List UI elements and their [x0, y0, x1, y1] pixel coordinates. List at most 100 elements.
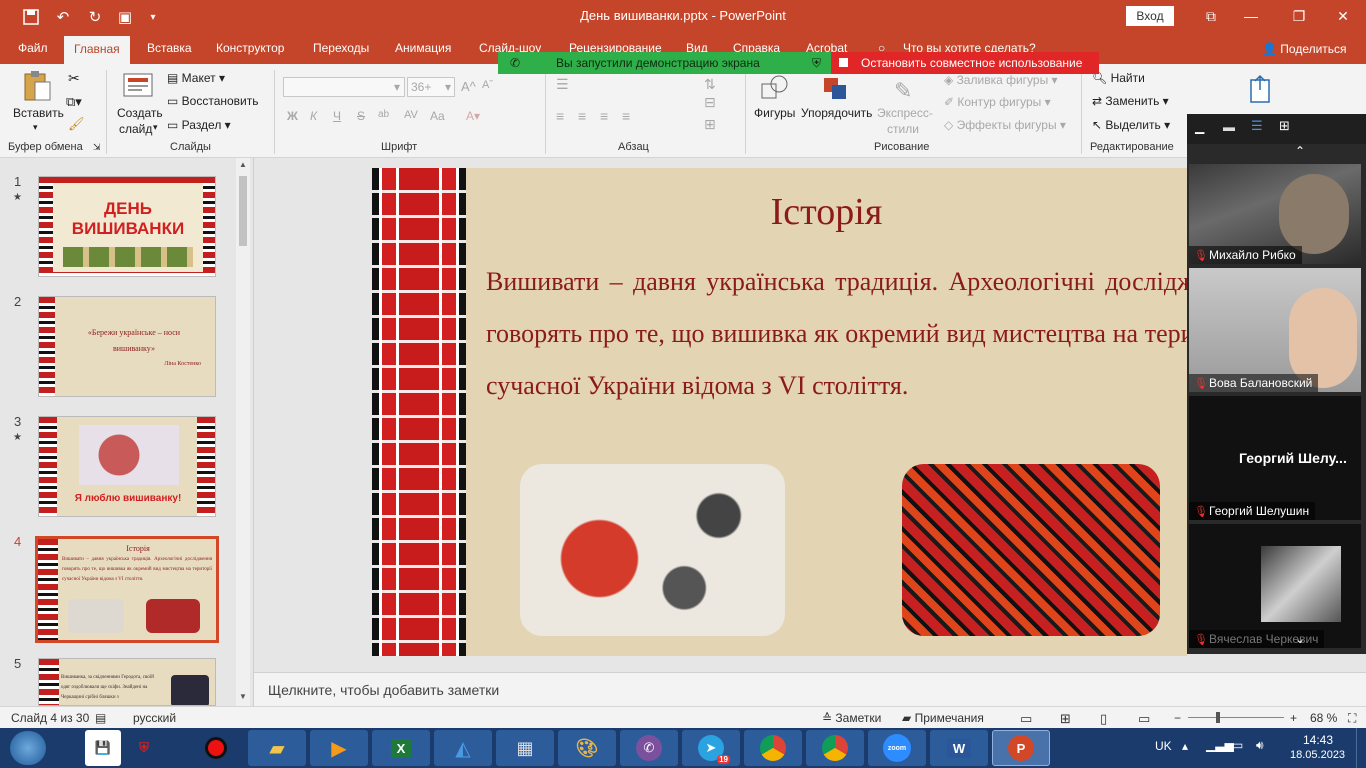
fit-to-window-icon[interactable]: ⛶	[1348, 711, 1356, 726]
italic-button[interactable]: К	[310, 109, 317, 123]
slide-canvas[interactable]: Історія Вишивати – давня українська трад…	[372, 168, 1187, 656]
slide-thumbnail-5[interactable]: Вишиванка, за свідченнями Геродота, свої…	[38, 658, 216, 706]
copy-icon[interactable]: ⧉▾	[66, 94, 82, 110]
viber-app-icon[interactable]: ✆	[620, 730, 678, 766]
shape-outline-button[interactable]: ✐ Контур фигуры ▾	[944, 95, 1051, 109]
align-center-icon[interactable]: ≡	[578, 108, 586, 124]
spellcheck-icon[interactable]: ▤	[95, 711, 106, 725]
shield-app-icon[interactable]: ⛨	[124, 730, 164, 766]
cut-icon[interactable]: ✂	[68, 70, 80, 87]
clock-date[interactable]: 18.05.2023	[1290, 749, 1345, 761]
comments-toggle[interactable]: ▰ Примечания	[902, 711, 984, 725]
volume-icon[interactable]: 🔊︎	[1256, 738, 1264, 753]
find-button[interactable]: 🔍︎ Найти	[1092, 71, 1145, 85]
format-painter-icon[interactable]: 🖌	[68, 116, 85, 132]
grow-font-icon[interactable]: A^	[461, 79, 476, 94]
minimize-icon[interactable]: —	[1228, 0, 1274, 32]
shape-effects-button[interactable]: ◇ Эффекты фигуры ▾	[944, 118, 1066, 132]
minimize-icon[interactable]: ▁	[1195, 120, 1204, 134]
arrange-button[interactable]: Упорядочить	[801, 106, 872, 120]
zoom-in-icon[interactable]: +	[1290, 711, 1297, 725]
participant-tile[interactable]: 🎙︎ Вячеслав Черкевич	[1189, 524, 1361, 648]
strikethrough-button[interactable]: S	[357, 109, 365, 123]
align-text-icon[interactable]: ⊟	[704, 94, 716, 111]
shape-fill-button[interactable]: ◈ Заливка фигуры ▾	[944, 73, 1058, 87]
scroll-down-icon[interactable]: ▼	[239, 692, 247, 701]
word-processor-app-icon[interactable]: ◭	[434, 730, 492, 766]
clipboard-launcher-icon[interactable]: ⇲	[93, 142, 101, 153]
align-left-icon[interactable]: ≡	[556, 108, 564, 124]
embroidery-photo-1[interactable]	[520, 464, 785, 636]
shapes-icon[interactable]	[760, 74, 790, 104]
login-button[interactable]: Вход	[1126, 6, 1174, 26]
bold-button[interactable]: Ж	[287, 109, 298, 123]
paste-dropdown-icon[interactable]: ▾	[33, 122, 38, 133]
participant-tile[interactable]: 🎙︎ Михайло Рибко	[1189, 164, 1361, 264]
tab-home[interactable]: Главная	[64, 36, 130, 64]
battery-icon[interactable]: ▭	[1232, 738, 1243, 752]
explorer-app-icon[interactable]: ▰	[248, 730, 306, 766]
media-player-app-icon[interactable]: ▶	[310, 730, 368, 766]
bullets-icon[interactable]: ☰	[556, 76, 569, 93]
tab-insert[interactable]: Вставка	[147, 41, 192, 55]
arrange-icon[interactable]	[820, 74, 850, 104]
floppy-app-icon[interactable]: 💾	[85, 730, 121, 766]
tab-file[interactable]: Файл	[18, 41, 48, 55]
zoom-slider-thumb[interactable]	[1216, 712, 1220, 723]
zoom-out-icon[interactable]: −	[1174, 711, 1181, 725]
speaker-view-icon[interactable]: ☰	[1251, 118, 1263, 134]
char-spacing-button[interactable]: AV	[404, 109, 418, 121]
chrome-app-icon-2[interactable]	[806, 730, 864, 766]
paint-app-icon[interactable]: 🎨︎	[558, 730, 616, 766]
new-slide-button-line2[interactable]: слайд	[119, 122, 152, 136]
slide-sorter-icon[interactable]: ⊞	[1060, 711, 1071, 727]
new-slide-button[interactable]: Создать	[117, 106, 163, 120]
zoom-level[interactable]: 68 %	[1310, 711, 1337, 725]
section-button[interactable]: ▭ Раздел ▾	[167, 118, 231, 132]
chrome-app-icon[interactable]	[744, 730, 802, 766]
clock-time[interactable]: 14:43	[1303, 733, 1333, 747]
normal-view-icon[interactable]: ▭	[1020, 711, 1032, 727]
replace-button[interactable]: ⇄ Заменить ▾	[1092, 94, 1169, 108]
scroll-up-icon[interactable]: ▲	[239, 160, 247, 169]
shapes-button[interactable]: Фигуры	[754, 106, 795, 120]
align-right-icon[interactable]: ≡	[600, 108, 608, 124]
calculator-app-icon[interactable]: ▦	[496, 730, 554, 766]
shrink-font-icon[interactable]: Aˇ	[482, 79, 493, 91]
text-direction-icon[interactable]: ⇅	[704, 76, 716, 93]
zoom-app-icon[interactable]: zoom	[868, 730, 926, 766]
font-color-icon[interactable]: A▾	[466, 109, 480, 123]
font-size-select[interactable]: 36+ ▾	[407, 77, 455, 97]
word-app-icon[interactable]: W	[930, 730, 988, 766]
reading-view-icon[interactable]: ▯	[1100, 711, 1107, 727]
share-button[interactable]: 👤 Поделиться	[1262, 42, 1347, 56]
slide-thumbnail-4[interactable]: Історія Вишивати – давня українська трад…	[35, 536, 219, 643]
slide-thumbnail-2[interactable]: «Бережи українське – носи вишиванку» Лін…	[38, 296, 216, 397]
slide-thumbnail-1[interactable]: ДЕНЬ ВИШИВАНКИ	[38, 176, 216, 277]
shadow-button[interactable]: ab	[378, 109, 389, 120]
participant-tile[interactable]: Георгий Шелу... 🎙︎ Георгий Шелушин	[1189, 396, 1361, 520]
embroidery-photo-2[interactable]	[902, 464, 1160, 636]
underline-button[interactable]: Ч	[333, 109, 341, 123]
notes-pane[interactable]: Щелкните, чтобы добавить заметки	[254, 672, 1366, 706]
paste-button[interactable]: Вставить	[13, 106, 64, 120]
slide-title[interactable]: Історія	[466, 190, 1187, 234]
language-indicator[interactable]: русский	[133, 711, 176, 725]
stop-sharing-button[interactable]: Остановить совместное использование	[831, 52, 1099, 74]
thumbnails-scrollbar[interactable]: ▲ ▼	[236, 158, 250, 706]
show-desktop-button[interactable]	[1356, 728, 1366, 768]
network-signal-icon[interactable]: ▁▃▅	[1206, 738, 1234, 752]
window-view-icon[interactable]: ▬	[1223, 120, 1235, 134]
close-icon[interactable]: ✕	[1320, 0, 1366, 32]
paste-icon[interactable]	[22, 70, 52, 101]
notes-toggle[interactable]: ≙ Заметки	[822, 711, 881, 725]
slide-body-text[interactable]: Вишивати – давня українська традиція. Ар…	[486, 256, 1187, 412]
scrollbar-thumb[interactable]	[239, 176, 247, 246]
new-slide-dropdown-icon[interactable]: ▾	[153, 122, 158, 133]
quick-styles-button[interactable]: Экспресс-	[877, 106, 933, 120]
gallery-view-icon[interactable]: ⊞	[1279, 118, 1290, 134]
slide-thumbnail-3[interactable]: Я люблю вишиванку!	[38, 416, 216, 517]
restore-icon[interactable]: ❐	[1276, 0, 1322, 32]
quick-styles-button-line2[interactable]: стили	[887, 122, 919, 136]
share-file-icon[interactable]	[1247, 74, 1277, 104]
